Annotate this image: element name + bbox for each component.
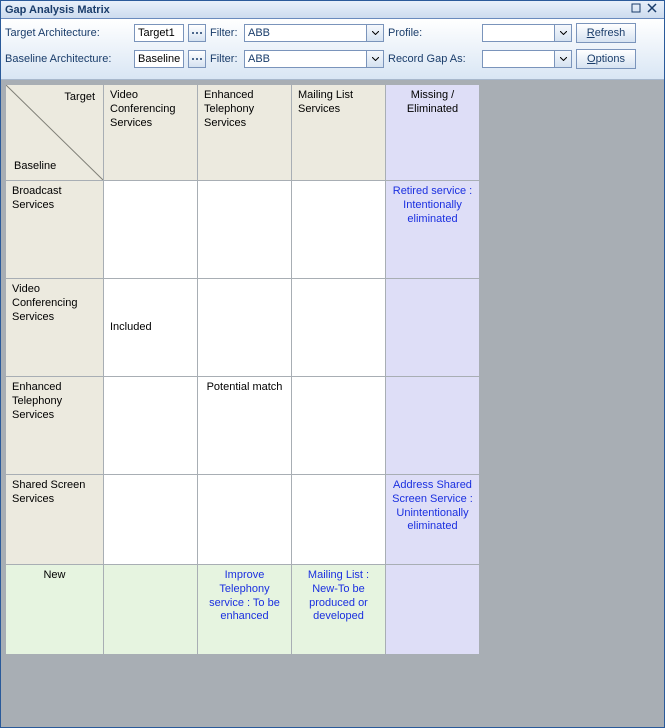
corner-target: Target [64,91,95,105]
filter1-label: Filter: [210,27,240,39]
chevron-down-icon [554,25,571,41]
baseline-browse-button[interactable] [188,50,206,68]
options-button[interactable]: Options [576,49,636,69]
cell[interactable] [104,181,198,279]
cell[interactable] [386,377,480,475]
cell[interactable] [198,279,292,377]
col-header-missing: Missing / Eliminated [386,85,480,181]
cell[interactable] [104,377,198,475]
cell[interactable] [386,279,480,377]
corner-header: Target Baseline [6,85,104,181]
chevron-down-icon [366,51,383,67]
filter1-value: ABB [248,27,366,39]
cell[interactable]: Improve Telephony service : To be enhanc… [198,565,292,655]
cell[interactable] [198,475,292,565]
cell[interactable] [292,181,386,279]
matrix-area: Target Baseline Video Conferencing Servi… [1,80,664,727]
target-input[interactable] [134,24,184,42]
row-header: Enhanced Telephony Services [6,377,104,475]
close-icon[interactable] [644,3,660,16]
record-label: Record Gap As: [388,53,478,65]
refresh-label: efresh [595,27,626,39]
cell[interactable]: Included [104,279,198,377]
row-header-new: New [6,565,104,655]
profile-label: Profile: [388,27,478,39]
target-browse-button[interactable] [188,24,206,42]
gap-matrix-table: Target Baseline Video Conferencing Servi… [5,84,480,655]
record-combo[interactable] [482,50,572,68]
cell[interactable] [292,279,386,377]
col-header: Mailing List Services [292,85,386,181]
filter2-label: Filter: [210,53,240,65]
filter2-value: ABB [248,53,366,65]
filter1-combo[interactable]: ABB [244,24,384,42]
cell[interactable] [292,377,386,475]
maximize-icon[interactable] [628,3,644,16]
cell[interactable]: Potential match [198,377,292,475]
cell[interactable] [104,565,198,655]
baseline-label: Baseline Architecture: [5,53,130,65]
cell[interactable] [386,565,480,655]
filter2-combo[interactable]: ABB [244,50,384,68]
profile-combo[interactable] [482,24,572,42]
row-header: Video Conferencing Services [6,279,104,377]
chevron-down-icon [366,25,383,41]
cell[interactable]: Retired service : Intentionally eliminat… [386,181,480,279]
row-header: Broadcast Services [6,181,104,279]
row-header: Shared Screen Services [6,475,104,565]
col-header: Enhanced Telephony Services [198,85,292,181]
cell[interactable] [292,475,386,565]
baseline-input[interactable] [134,50,184,68]
col-header: Video Conferencing Services [104,85,198,181]
cell[interactable] [198,181,292,279]
cell[interactable] [104,475,198,565]
cell[interactable]: Address Shared Screen Service : Unintent… [386,475,480,565]
refresh-button[interactable]: Refresh [576,23,636,43]
target-label: Target Architecture: [5,27,130,39]
chevron-down-icon [554,51,571,67]
window-title: Gap Analysis Matrix [5,4,628,16]
cell[interactable]: Mailing List : New-To be produced or dev… [292,565,386,655]
options-label: ptions [596,53,625,65]
corner-baseline: Baseline [14,160,56,174]
toolbar: Target Architecture: Filter: ABB Profile… [1,19,664,80]
title-bar: Gap Analysis Matrix [1,1,664,19]
